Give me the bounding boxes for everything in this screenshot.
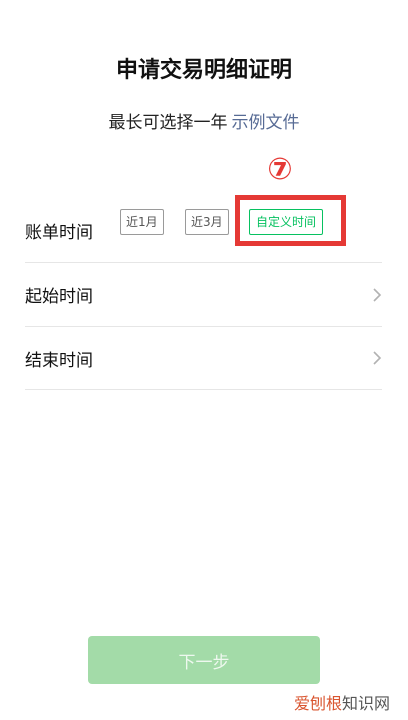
bill-time-label: 账单时间 [25,222,93,243]
example-file-link[interactable]: 示例文件 [232,113,300,133]
option-last-1-month[interactable]: 近1月 [120,209,164,235]
start-time-row[interactable]: 起始时间 [25,262,382,326]
start-time-label: 起始时间 [25,287,93,307]
watermark-rest-text: 知识网 [341,694,390,713]
page-subtitle: 最长可选择一年 示例文件 [0,108,408,133]
watermark: 爱刨根知识网 [294,690,390,714]
end-time-label: 结束时间 [25,350,93,371]
chevron-right-icon [372,327,382,389]
chevron-right-icon [372,263,382,326]
end-time-row[interactable]: 结束时间 [25,326,382,390]
step-number-annotation: ⑦ [267,152,293,187]
subtitle-text: 最长可选择一年 [108,113,228,133]
next-step-button[interactable]: 下一步 [88,636,320,684]
watermark-accent-text: 爱刨根 [293,694,342,713]
page-title: 申请交易明细证明 [115,58,292,83]
option-last-3-months[interactable]: 近3月 [185,209,229,235]
annotation-highlight-box [235,195,346,246]
